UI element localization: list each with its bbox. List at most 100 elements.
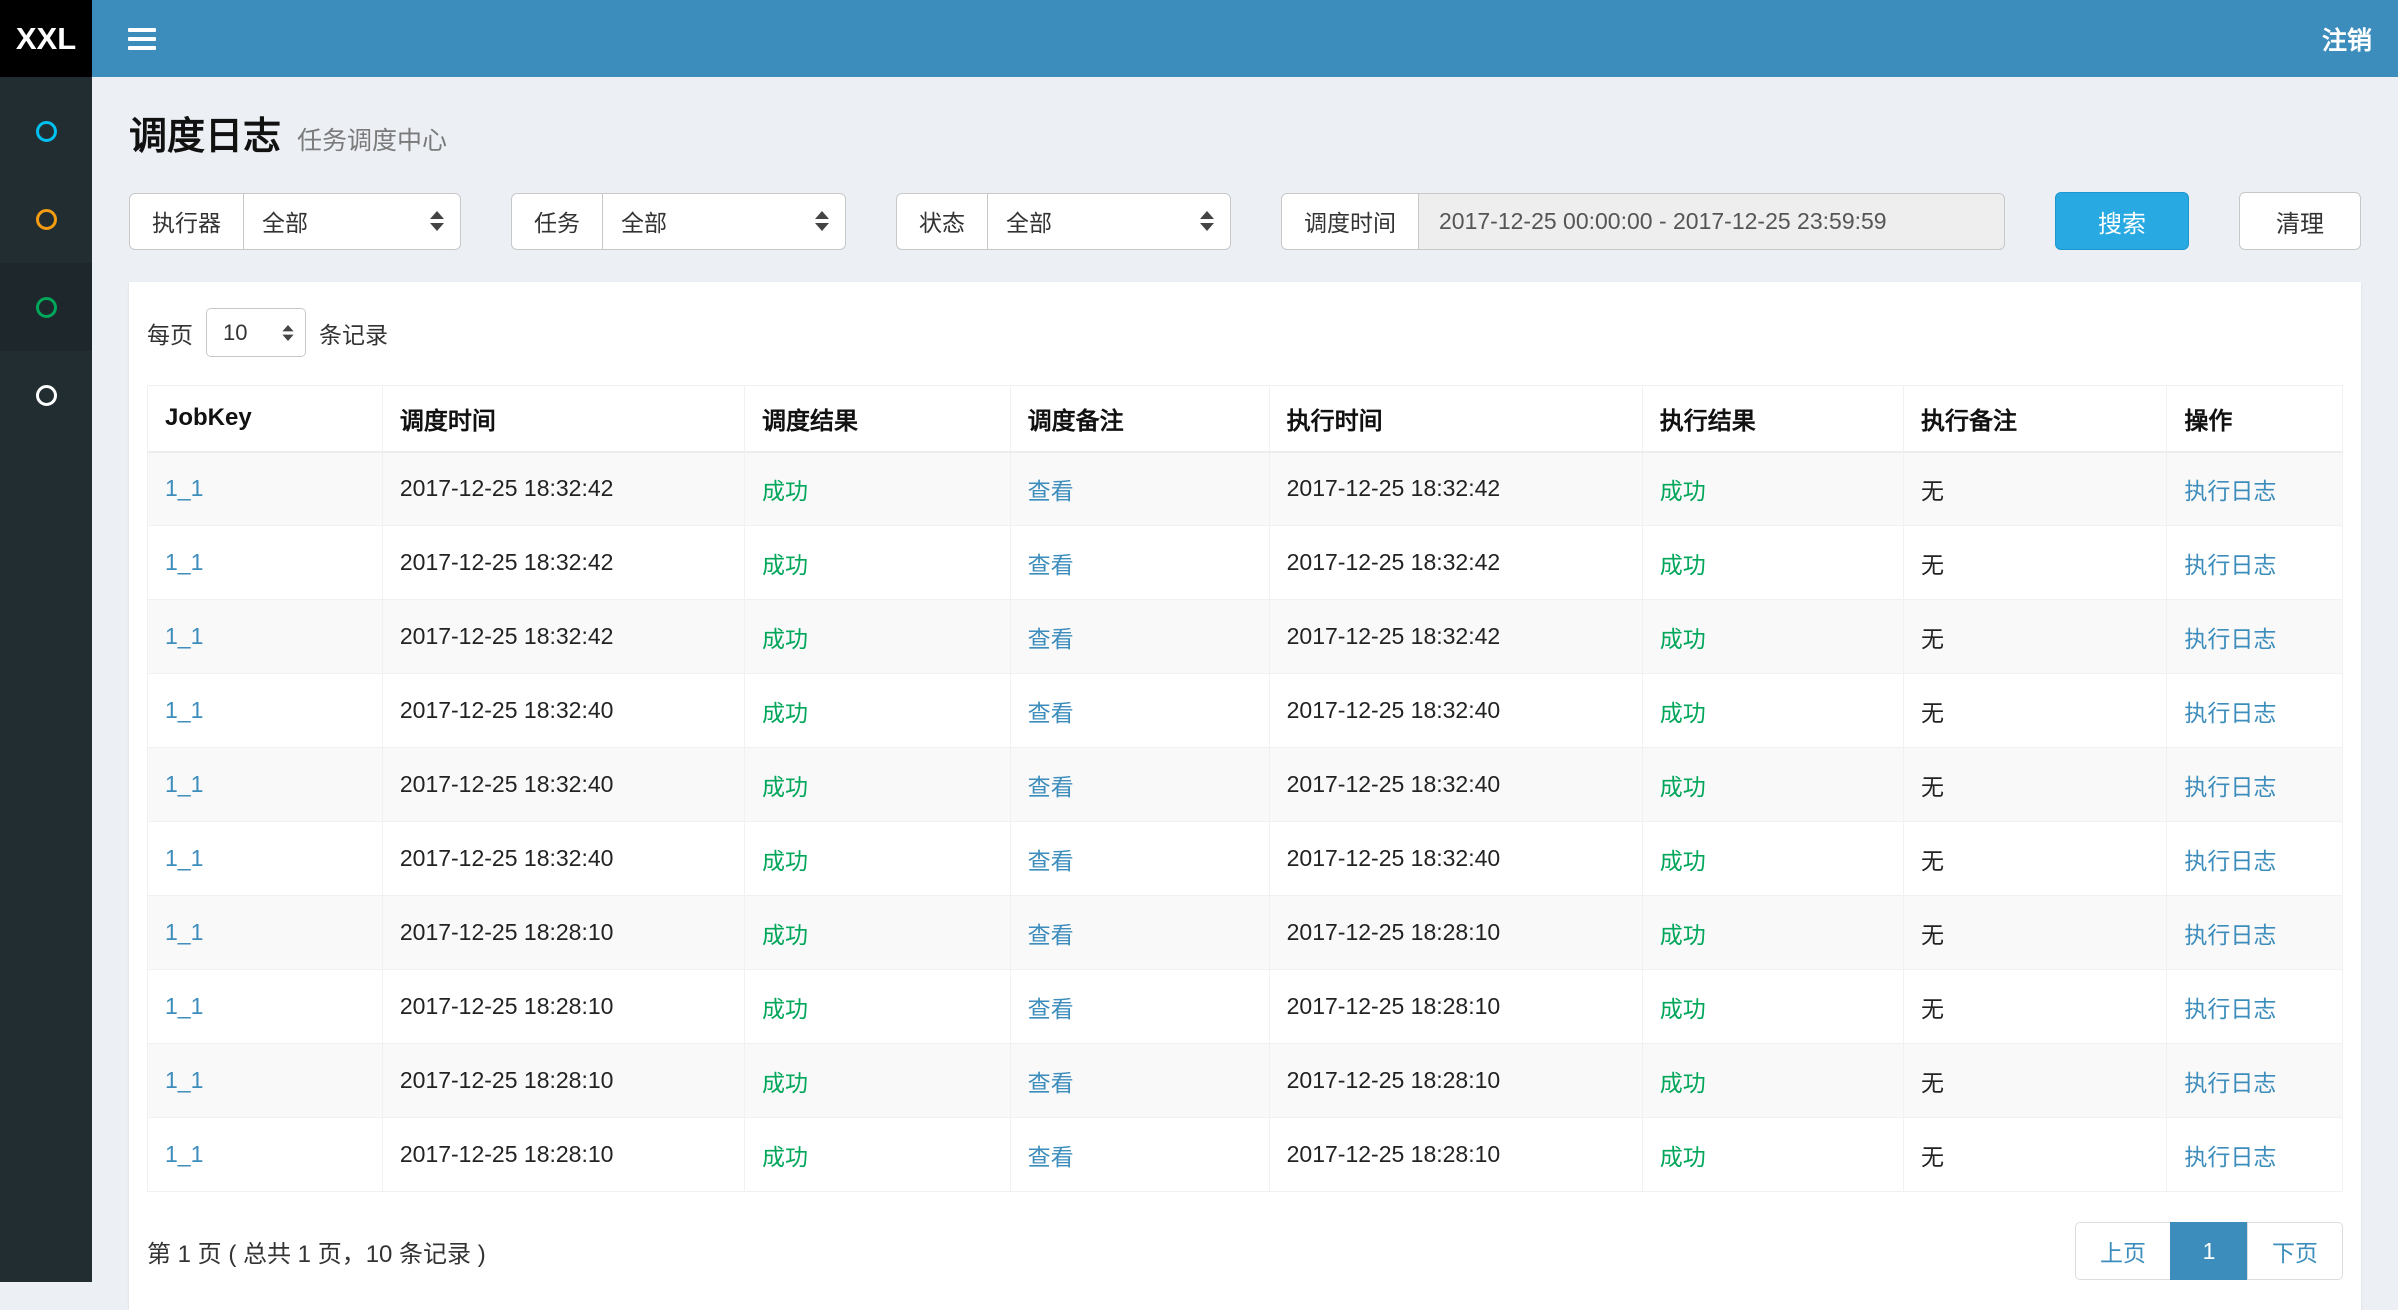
jobkey-link[interactable]: 1_1 [165, 845, 203, 871]
page-size-value: 10 [223, 320, 247, 346]
action-cell: 执行日志 [2167, 970, 2343, 1044]
exec-log-link[interactable]: 执行日志 [2184, 626, 2276, 652]
dispatch-remark-cell: 查看 [1010, 748, 1269, 822]
col-header-exec-time: 执行时间 [1269, 386, 1642, 452]
jobkey-link[interactable]: 1_1 [165, 1067, 203, 1093]
sidebar-item-1[interactable] [0, 87, 92, 175]
dispatch-time-cell: 2017-12-25 18:32:42 [382, 600, 744, 674]
log-panel: 每页 10 条记录 JobKey 调度时间 调度结果 调度备注 执行时间 执行结… [129, 282, 2361, 1310]
col-header-dispatch-time: 调度时间 [382, 386, 744, 452]
dispatch-remark-cell: 查看 [1010, 896, 1269, 970]
dispatch-time-range-input[interactable] [1418, 193, 2005, 250]
jobkey-cell: 1_1 [148, 600, 383, 674]
exec-result-cell: 成功 [1642, 748, 1903, 822]
exec-log-link[interactable]: 执行日志 [2184, 1070, 2276, 1096]
dispatch-result-cell: 成功 [745, 896, 1011, 970]
dispatch-remark-link[interactable]: 查看 [1028, 922, 1074, 948]
exec-remark-cell: 无 [1903, 748, 2166, 822]
exec-remark-cell: 无 [1903, 600, 2166, 674]
dispatch-time-cell: 2017-12-25 18:32:40 [382, 674, 744, 748]
exec-time-cell: 2017-12-25 18:32:42 [1269, 526, 1642, 600]
prev-page-button[interactable]: 上页 [2075, 1222, 2171, 1280]
dispatch-remark-link[interactable]: 查看 [1028, 1070, 1074, 1096]
jobkey-cell: 1_1 [148, 526, 383, 600]
page-size-select[interactable]: 10 [206, 308, 306, 357]
table-row: 1_1 2017-12-25 18:32:42 成功 查看 2017-12-25… [148, 526, 2343, 600]
table-header-row: JobKey 调度时间 调度结果 调度备注 执行时间 执行结果 执行备注 操作 [148, 386, 2343, 452]
action-cell: 执行日志 [2167, 674, 2343, 748]
exec-log-link[interactable]: 执行日志 [2184, 848, 2276, 874]
dispatch-remark-link[interactable]: 查看 [1028, 996, 1074, 1022]
dispatch-result-cell: 成功 [745, 1118, 1011, 1192]
exec-log-link[interactable]: 执行日志 [2184, 478, 2276, 504]
dispatch-time-cell: 2017-12-25 18:28:10 [382, 1044, 744, 1118]
jobkey-link[interactable]: 1_1 [165, 697, 203, 723]
dispatch-remark-cell: 查看 [1010, 1044, 1269, 1118]
exec-result-cell: 成功 [1642, 896, 1903, 970]
page-size-control: 每页 10 条记录 [147, 308, 2343, 357]
exec-log-link[interactable]: 执行日志 [2184, 552, 2276, 578]
table-row: 1_1 2017-12-25 18:32:40 成功 查看 2017-12-25… [148, 748, 2343, 822]
jobkey-cell: 1_1 [148, 748, 383, 822]
table-row: 1_1 2017-12-25 18:32:42 成功 查看 2017-12-25… [148, 452, 2343, 526]
circle-icon [36, 297, 57, 318]
jobkey-link[interactable]: 1_1 [165, 623, 203, 649]
dispatch-remark-link[interactable]: 查看 [1028, 848, 1074, 874]
dispatch-remark-link[interactable]: 查看 [1028, 552, 1074, 578]
jobkey-link[interactable]: 1_1 [165, 919, 203, 945]
page-size-prefix: 每页 [147, 316, 193, 350]
circle-icon [36, 385, 57, 406]
dispatch-remark-link[interactable]: 查看 [1028, 700, 1074, 726]
jobkey-cell: 1_1 [148, 822, 383, 896]
dispatch-result-cell: 成功 [745, 600, 1011, 674]
sidebar-item-3[interactable] [0, 263, 92, 351]
dispatch-time-cell: 2017-12-25 18:28:10 [382, 1118, 744, 1192]
jobkey-link[interactable]: 1_1 [165, 993, 203, 1019]
sidebar-toggle-button[interactable] [92, 0, 192, 77]
dispatch-time-cell: 2017-12-25 18:32:42 [382, 452, 744, 526]
dispatch-remark-link[interactable]: 查看 [1028, 1144, 1074, 1170]
status-filter-value: 全部 [1006, 204, 1052, 238]
search-button[interactable]: 搜索 [2055, 192, 2189, 250]
exec-log-link[interactable]: 执行日志 [2184, 1144, 2276, 1170]
exec-remark-cell: 无 [1903, 896, 2166, 970]
exec-log-link[interactable]: 执行日志 [2184, 774, 2276, 800]
executor-filter-group: 执行器 全部 [129, 193, 461, 250]
exec-result-cell: 成功 [1642, 674, 1903, 748]
jobkey-link[interactable]: 1_1 [165, 475, 203, 501]
dispatch-remark-link[interactable]: 查看 [1028, 774, 1074, 800]
sidebar-item-2[interactable] [0, 175, 92, 263]
dispatch-result-cell: 成功 [745, 1044, 1011, 1118]
job-filter-select[interactable]: 全部 [602, 193, 846, 250]
next-page-button[interactable]: 下页 [2247, 1222, 2343, 1280]
exec-time-cell: 2017-12-25 18:32:40 [1269, 748, 1642, 822]
pagination: 上页 1 下页 [2075, 1222, 2343, 1280]
status-filter-select[interactable]: 全部 [987, 193, 1231, 250]
exec-remark-cell: 无 [1903, 970, 2166, 1044]
time-filter-group: 调度时间 [1281, 193, 2005, 250]
app-logo[interactable]: XXL [0, 0, 92, 77]
jobkey-link[interactable]: 1_1 [165, 1141, 203, 1167]
action-cell: 执行日志 [2167, 1044, 2343, 1118]
jobkey-link[interactable]: 1_1 [165, 549, 203, 575]
job-filter-group: 任务 全部 [511, 193, 846, 250]
executor-filter-select[interactable]: 全部 [243, 193, 461, 250]
clear-button[interactable]: 清理 [2239, 192, 2361, 250]
dispatch-result-cell: 成功 [745, 674, 1011, 748]
logout-link[interactable]: 注销 [2296, 21, 2398, 57]
exec-result-cell: 成功 [1642, 822, 1903, 896]
sidebar-item-4[interactable] [0, 351, 92, 439]
exec-log-link[interactable]: 执行日志 [2184, 922, 2276, 948]
page-1-button[interactable]: 1 [2170, 1222, 2248, 1280]
exec-log-link[interactable]: 执行日志 [2184, 996, 2276, 1022]
exec-time-cell: 2017-12-25 18:28:10 [1269, 896, 1642, 970]
dispatch-remark-cell: 查看 [1010, 1118, 1269, 1192]
exec-time-cell: 2017-12-25 18:32:42 [1269, 600, 1642, 674]
jobkey-cell: 1_1 [148, 896, 383, 970]
dispatch-remark-cell: 查看 [1010, 452, 1269, 526]
dispatch-time-cell: 2017-12-25 18:28:10 [382, 896, 744, 970]
jobkey-link[interactable]: 1_1 [165, 771, 203, 797]
exec-log-link[interactable]: 执行日志 [2184, 700, 2276, 726]
dispatch-remark-link[interactable]: 查看 [1028, 478, 1074, 504]
dispatch-remark-link[interactable]: 查看 [1028, 626, 1074, 652]
